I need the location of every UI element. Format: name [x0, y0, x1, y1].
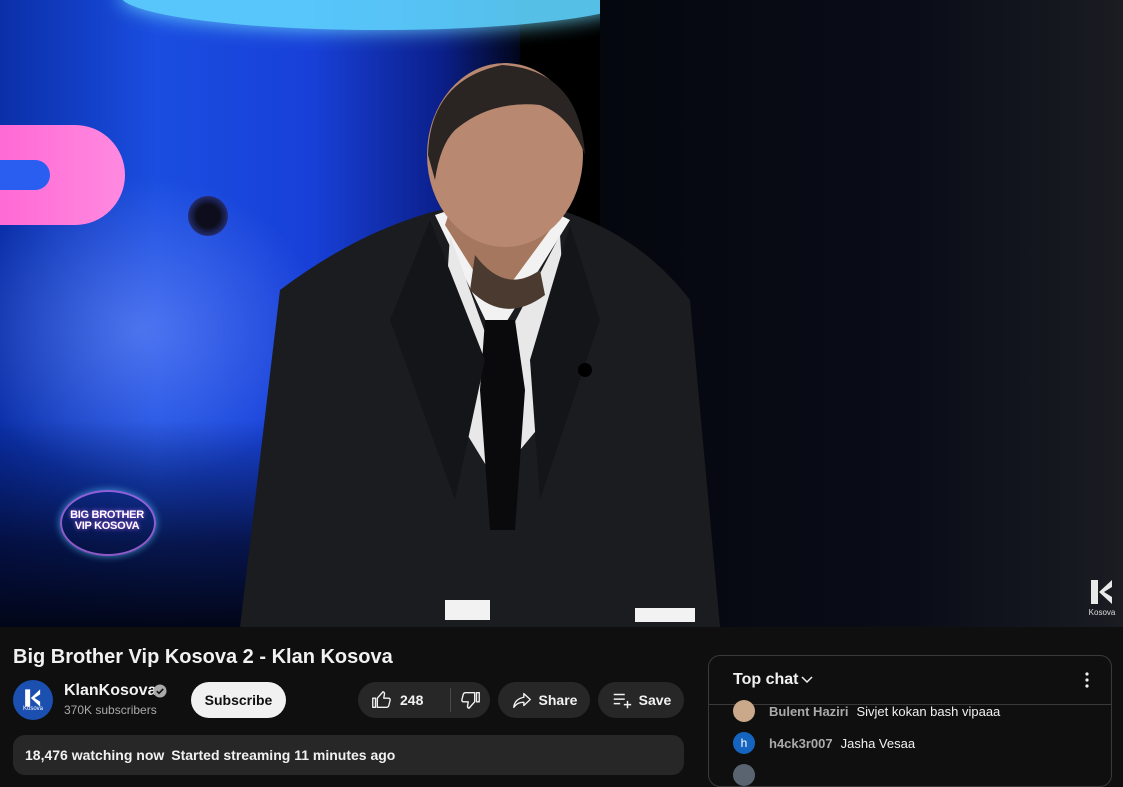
chat-author[interactable]: Bulent Haziri [769, 704, 848, 719]
like-button[interactable]: 248 [358, 682, 450, 718]
video-player[interactable]: BIG BROTHER VIP KOSOVA Kosova [0, 0, 1123, 627]
chevron-down-icon[interactable] [800, 675, 814, 685]
chat-text: Sivjet kokan bash vipaaa [856, 703, 1001, 719]
watermark-caption: Kosova [1088, 608, 1116, 617]
stream-started: Started streaming 11 minutes ago [171, 747, 396, 763]
live-chat-panel: Top chat Bulent Haziri Sivjet kokan bash… [708, 655, 1112, 787]
share-button[interactable]: Share [498, 682, 590, 718]
more-vert-icon[interactable] [1077, 670, 1097, 690]
video-title: Big Brother Vip Kosova 2 - Klan Kosova [13, 646, 393, 668]
show-logo: BIG BROTHER VIP KOSOVA [52, 490, 162, 556]
stage-pink-prop-inner [0, 160, 50, 190]
subscriber-count: 370K subscribers [64, 703, 157, 717]
share-label: Share [538, 692, 578, 708]
show-logo-line2: VIP KOSOVA [74, 520, 140, 532]
chat-avatar [733, 764, 755, 786]
like-count: 248 [400, 692, 424, 708]
avatar-caption: Kosova [22, 706, 43, 712]
chat-avatar: h [733, 732, 755, 754]
description-meta: 18,476 watching now Started streaming 11 … [25, 747, 402, 763]
channel-watermark: Kosova [1086, 578, 1118, 622]
share-icon [512, 692, 531, 709]
chat-message[interactable]: h h4ck3r007 Jasha Vesaa [733, 731, 915, 755]
chat-avatar [733, 700, 755, 722]
stage-hole [188, 196, 228, 236]
thumbs-down-icon [460, 691, 480, 709]
like-dislike-group: 248 [358, 682, 490, 718]
verified-icon [153, 684, 167, 698]
save-button[interactable]: Save [598, 682, 684, 718]
chat-message[interactable]: Bulent Haziri Sivjet kokan bash vipaaa [733, 699, 1000, 723]
chat-author[interactable]: h4ck3r007 [769, 736, 833, 751]
klan-logo-icon [25, 689, 41, 707]
chat-mode-selector[interactable]: Top chat [733, 671, 798, 689]
dislike-button[interactable] [451, 682, 490, 718]
thumbs-up-icon [372, 691, 391, 709]
channel-name[interactable]: KlanKosova [64, 682, 156, 700]
chat-text: Jasha Vesaa [840, 735, 916, 751]
description-box[interactable]: 18,476 watching now Started streaming 11 … [13, 735, 684, 775]
watching-count: 18,476 watching now [25, 747, 165, 763]
chat-message-partial [733, 763, 769, 786]
save-label: Save [638, 692, 672, 708]
save-playlist-icon [613, 693, 631, 709]
chat-header: Top chat [709, 656, 1111, 705]
channel-avatar[interactable]: Kosova [13, 680, 53, 720]
subscribe-button[interactable]: Subscribe [191, 682, 286, 718]
host-figure [240, 63, 720, 627]
klan-logo-icon [1091, 580, 1112, 604]
